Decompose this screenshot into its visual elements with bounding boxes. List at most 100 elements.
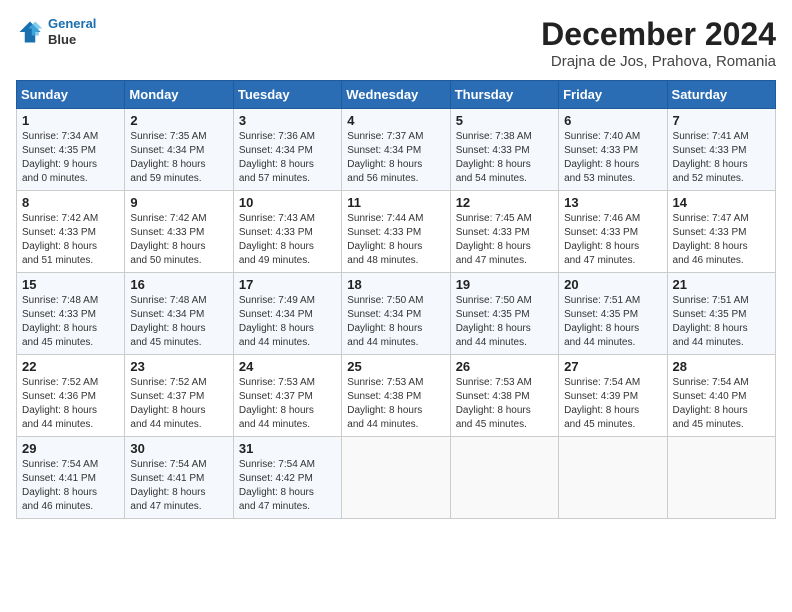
day-info: Sunrise: 7:46 AM Sunset: 4:33 PM Dayligh…	[564, 212, 661, 268]
weekday-tuesday: Tuesday	[233, 81, 341, 109]
day-info: Sunrise: 7:52 AM Sunset: 4:37 PM Dayligh…	[130, 376, 227, 432]
day-info: Sunrise: 7:43 AM Sunset: 4:33 PM Dayligh…	[239, 212, 336, 268]
day-number: 13	[564, 195, 661, 210]
calendar-cell: 6 Sunrise: 7:40 AM Sunset: 4:33 PM Daylig…	[559, 109, 667, 191]
calendar-cell: 12 Sunrise: 7:45 AM Sunset: 4:33 PM Dayli…	[450, 191, 558, 273]
calendar-cell: 23Sunrise: 7:52 AM Sunset: 4:37 PM Dayli…	[125, 355, 233, 437]
logo-icon	[16, 18, 44, 46]
weekday-thursday: Thursday	[450, 81, 558, 109]
day-number: 4	[347, 113, 444, 128]
calendar-cell: 18 Sunrise: 7:50 AM Sunset: 4:34 PM Dayli…	[342, 273, 450, 355]
day-info: Sunrise: 7:54 AM Sunset: 4:41 PM Dayligh…	[22, 458, 119, 514]
day-info: Sunrise: 7:51 AM Sunset: 4:35 PM Dayligh…	[673, 294, 770, 350]
calendar-cell	[342, 437, 450, 519]
calendar-cell: 3Sunrise: 7:36 AM Sunset: 4:34 PM Daylig…	[233, 109, 341, 191]
day-number: 6	[564, 113, 661, 128]
calendar-cell: 24 Sunrise: 7:53 AM Sunset: 4:37 PM Dayli…	[233, 355, 341, 437]
day-info: Sunrise: 7:53 AM Sunset: 4:37 PM Dayligh…	[239, 376, 336, 432]
calendar-body: 1Sunrise: 7:34 AM Sunset: 4:35 PM Daylig…	[17, 109, 776, 519]
calendar-cell: 27Sunrise: 7:54 AM Sunset: 4:39 PM Dayli…	[559, 355, 667, 437]
day-number: 21	[673, 277, 770, 292]
weekday-sunday: Sunday	[17, 81, 125, 109]
weekday-wednesday: Wednesday	[342, 81, 450, 109]
calendar-week-2: 8Sunrise: 7:42 AM Sunset: 4:33 PM Daylig…	[17, 191, 776, 273]
day-info: Sunrise: 7:50 AM Sunset: 4:34 PM Dayligh…	[347, 294, 444, 350]
calendar-cell: 7Sunrise: 7:41 AM Sunset: 4:33 PM Daylig…	[667, 109, 775, 191]
day-number: 10	[239, 195, 336, 210]
calendar-week-4: 22 Sunrise: 7:52 AM Sunset: 4:36 PM Dayli…	[17, 355, 776, 437]
calendar-cell: 2 Sunrise: 7:35 AM Sunset: 4:34 PM Daylig…	[125, 109, 233, 191]
calendar-cell	[667, 437, 775, 519]
weekday-header-row: SundayMondayTuesdayWednesdayThursdayFrid…	[17, 81, 776, 109]
day-info: Sunrise: 7:40 AM Sunset: 4:33 PM Dayligh…	[564, 130, 661, 186]
day-number: 11	[347, 195, 444, 210]
day-number: 30	[130, 441, 227, 456]
day-info: Sunrise: 7:35 AM Sunset: 4:34 PM Dayligh…	[130, 130, 227, 186]
calendar-cell: 19Sunrise: 7:50 AM Sunset: 4:35 PM Dayli…	[450, 273, 558, 355]
calendar-cell: 1Sunrise: 7:34 AM Sunset: 4:35 PM Daylig…	[17, 109, 125, 191]
calendar-week-5: 29 Sunrise: 7:54 AM Sunset: 4:41 PM Dayli…	[17, 437, 776, 519]
day-number: 22	[22, 359, 119, 374]
day-info: Sunrise: 7:54 AM Sunset: 4:40 PM Dayligh…	[673, 376, 770, 432]
page-header: General Blue December 2024 Drajna de Jos…	[16, 16, 776, 70]
day-number: 7	[673, 113, 770, 128]
day-number: 3	[239, 113, 336, 128]
day-number: 16	[130, 277, 227, 292]
logo: General Blue	[16, 16, 96, 47]
day-number: 12	[456, 195, 553, 210]
weekday-friday: Friday	[559, 81, 667, 109]
calendar-cell: 4 Sunrise: 7:37 AM Sunset: 4:34 PM Daylig…	[342, 109, 450, 191]
logo-line1: General	[48, 16, 96, 31]
day-info: Sunrise: 7:48 AM Sunset: 4:33 PM Dayligh…	[22, 294, 119, 350]
day-info: Sunrise: 7:37 AM Sunset: 4:34 PM Dayligh…	[347, 130, 444, 186]
day-number: 28	[673, 359, 770, 374]
day-info: Sunrise: 7:53 AM Sunset: 4:38 PM Dayligh…	[347, 376, 444, 432]
day-info: Sunrise: 7:42 AM Sunset: 4:33 PM Dayligh…	[22, 212, 119, 268]
weekday-monday: Monday	[125, 81, 233, 109]
day-info: Sunrise: 7:42 AM Sunset: 4:33 PM Dayligh…	[130, 212, 227, 268]
day-info: Sunrise: 7:52 AM Sunset: 4:36 PM Dayligh…	[22, 376, 119, 432]
day-number: 15	[22, 277, 119, 292]
calendar-cell: 30 Sunrise: 7:54 AM Sunset: 4:41 PM Dayli…	[125, 437, 233, 519]
calendar-cell: 16 Sunrise: 7:48 AM Sunset: 4:34 PM Dayli…	[125, 273, 233, 355]
day-number: 14	[673, 195, 770, 210]
day-info: Sunrise: 7:47 AM Sunset: 4:33 PM Dayligh…	[673, 212, 770, 268]
day-number: 29	[22, 441, 119, 456]
day-info: Sunrise: 7:44 AM Sunset: 4:33 PM Dayligh…	[347, 212, 444, 268]
day-info: Sunrise: 7:54 AM Sunset: 4:41 PM Dayligh…	[130, 458, 227, 514]
day-info: Sunrise: 7:45 AM Sunset: 4:33 PM Dayligh…	[456, 212, 553, 268]
calendar-cell: 28 Sunrise: 7:54 AM Sunset: 4:40 PM Dayli…	[667, 355, 775, 437]
calendar-cell: 9 Sunrise: 7:42 AM Sunset: 4:33 PM Daylig…	[125, 191, 233, 273]
day-number: 24	[239, 359, 336, 374]
calendar-cell: 31Sunrise: 7:54 AM Sunset: 4:42 PM Dayli…	[233, 437, 341, 519]
day-number: 18	[347, 277, 444, 292]
day-number: 25	[347, 359, 444, 374]
calendar-cell: 11 Sunrise: 7:44 AM Sunset: 4:33 PM Dayli…	[342, 191, 450, 273]
day-info: Sunrise: 7:38 AM Sunset: 4:33 PM Dayligh…	[456, 130, 553, 186]
calendar-cell: 13 Sunrise: 7:46 AM Sunset: 4:33 PM Dayli…	[559, 191, 667, 273]
logo-line2: Blue	[48, 32, 96, 48]
calendar-table: SundayMondayTuesdayWednesdayThursdayFrid…	[16, 80, 776, 519]
calendar-week-3: 15 Sunrise: 7:48 AM Sunset: 4:33 PM Dayli…	[17, 273, 776, 355]
calendar-cell: 15 Sunrise: 7:48 AM Sunset: 4:33 PM Dayli…	[17, 273, 125, 355]
weekday-saturday: Saturday	[667, 81, 775, 109]
calendar-cell: 26Sunrise: 7:53 AM Sunset: 4:38 PM Dayli…	[450, 355, 558, 437]
day-number: 17	[239, 277, 336, 292]
location: Drajna de Jos, Prahova, Romania	[541, 53, 776, 70]
calendar-cell	[559, 437, 667, 519]
day-info: Sunrise: 7:53 AM Sunset: 4:38 PM Dayligh…	[456, 376, 553, 432]
calendar-cell	[450, 437, 558, 519]
day-number: 2	[130, 113, 227, 128]
day-number: 20	[564, 277, 661, 292]
day-info: Sunrise: 7:54 AM Sunset: 4:42 PM Dayligh…	[239, 458, 336, 514]
day-info: Sunrise: 7:48 AM Sunset: 4:34 PM Dayligh…	[130, 294, 227, 350]
calendar-cell: 10 Sunrise: 7:43 AM Sunset: 4:33 PM Dayli…	[233, 191, 341, 273]
calendar-cell: 8Sunrise: 7:42 AM Sunset: 4:33 PM Daylig…	[17, 191, 125, 273]
day-info: Sunrise: 7:50 AM Sunset: 4:35 PM Dayligh…	[456, 294, 553, 350]
calendar-cell: 29 Sunrise: 7:54 AM Sunset: 4:41 PM Dayli…	[17, 437, 125, 519]
day-number: 9	[130, 195, 227, 210]
calendar-cell: 22 Sunrise: 7:52 AM Sunset: 4:36 PM Dayli…	[17, 355, 125, 437]
calendar-cell: 17Sunrise: 7:49 AM Sunset: 4:34 PM Dayli…	[233, 273, 341, 355]
calendar-week-1: 1Sunrise: 7:34 AM Sunset: 4:35 PM Daylig…	[17, 109, 776, 191]
day-info: Sunrise: 7:54 AM Sunset: 4:39 PM Dayligh…	[564, 376, 661, 432]
